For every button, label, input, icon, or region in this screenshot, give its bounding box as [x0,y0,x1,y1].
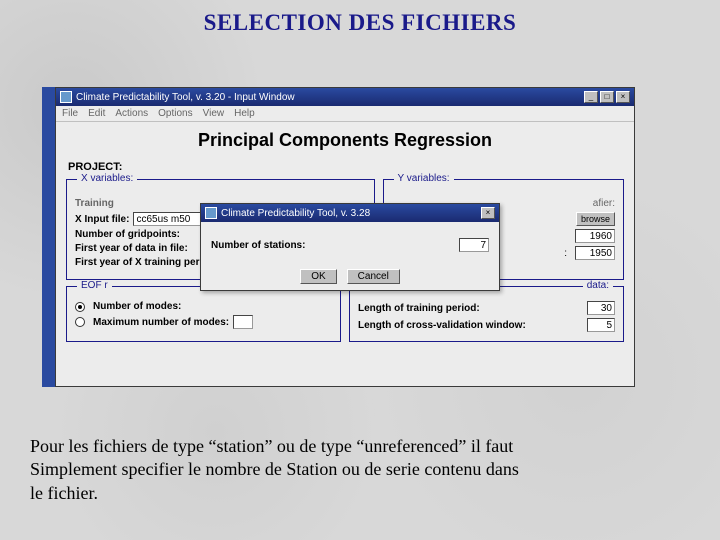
len-train-field[interactable] [587,301,615,315]
caption-line-1: Pour les fichiers de type “station” ou d… [30,436,513,456]
data-group: data: Length of training period: Length … [349,286,624,342]
afier-label: afier: [593,198,615,209]
menu-help[interactable]: Help [234,108,255,119]
minimize-button[interactable]: _ [584,91,598,103]
num-stations-field[interactable] [459,238,489,252]
num-stations-label: Number of stations: [211,240,305,251]
slide-caption: Pour les fichiers de type “station” ou d… [30,435,519,505]
year-b-field[interactable] [575,246,615,260]
page-heading: Principal Components Regression [56,122,634,161]
dialog-app-icon [205,207,217,219]
x-input-file-field[interactable] [133,212,208,226]
training-label: Training [75,198,114,209]
menu-options[interactable]: Options [158,108,192,119]
x-input-file-label: X Input file: [75,214,129,225]
num-modes-label: Number of modes: [93,301,181,312]
year-a-field[interactable] [575,229,615,243]
max-modes-label: Maximum number of modes: [93,317,229,328]
eof-legend: EOF r [77,280,112,291]
dialog-title: Climate Predictability Tool, v. 3.28 [221,208,370,219]
max-modes-radio[interactable] [75,317,85,327]
ok-button[interactable]: OK [300,269,336,284]
caption-line-2: Simplement specifier le nombre de Statio… [30,459,519,479]
dialog-close-button[interactable]: × [481,207,495,219]
num-modes-radio[interactable] [75,302,85,312]
slide-title: SELECTION DES FICHIERS [0,0,720,36]
y-variables-legend: Y variables: [394,173,454,184]
first-year-train-label: First year of X training per [75,257,199,268]
stations-dialog: Climate Predictability Tool, v. 3.28 × N… [200,203,500,291]
data-legend: data: [583,280,613,291]
close-button[interactable]: × [616,91,630,103]
main-window-titlebar: Climate Predictability Tool, v. 3.20 - I… [56,88,634,106]
maximize-button[interactable]: □ [600,91,614,103]
caption-line-3: le fichier. [30,483,98,503]
max-modes-field[interactable] [233,315,253,329]
browse-button[interactable]: browse [576,212,615,226]
menu-actions[interactable]: Actions [115,108,148,119]
cv-window-field[interactable] [587,318,615,332]
app-icon [60,91,72,103]
cv-window-label: Length of cross-validation window: [358,320,526,331]
menu-view[interactable]: View [203,108,225,119]
project-label: PROJECT: [56,161,634,179]
first-year-file-label: First year of data in file: [75,243,188,254]
num-gridpoints-label: Number of gridpoints: [75,229,180,240]
dialog-titlebar: Climate Predictability Tool, v. 3.28 × [201,204,499,222]
len-train-label: Length of training period: [358,303,480,314]
x-variables-legend: X variables: [77,173,137,184]
background-window-sliver [42,87,55,387]
menu-file[interactable]: File [62,108,78,119]
cancel-button[interactable]: Cancel [347,269,400,284]
menu-edit[interactable]: Edit [88,108,105,119]
main-window-title: Climate Predictability Tool, v. 3.20 - I… [76,92,295,103]
menu-bar: File Edit Actions Options View Help [56,106,634,122]
eof-group: EOF r Number of modes: Maximum number of… [66,286,341,342]
